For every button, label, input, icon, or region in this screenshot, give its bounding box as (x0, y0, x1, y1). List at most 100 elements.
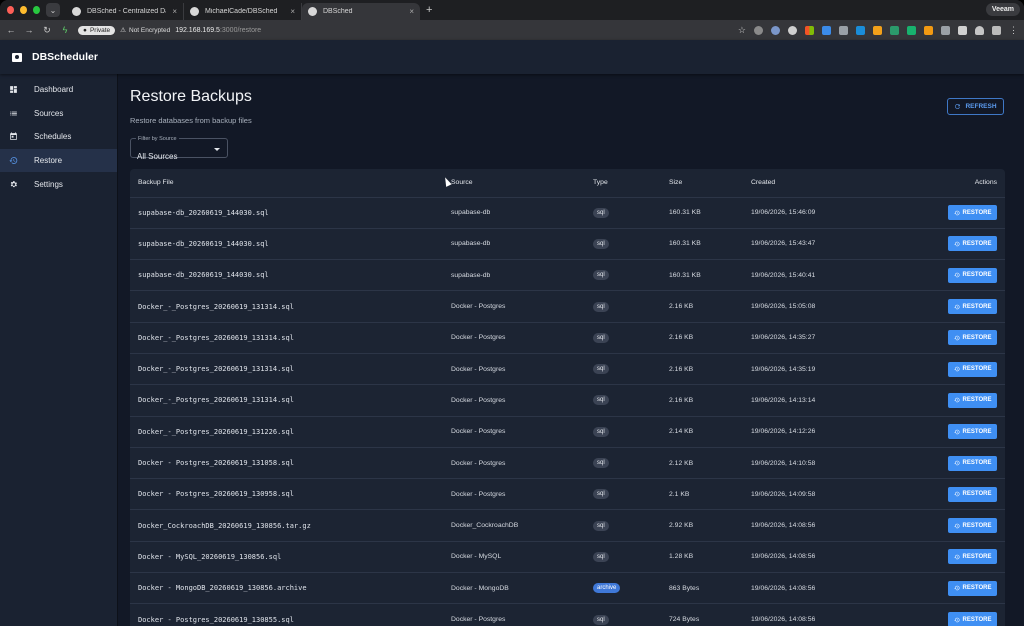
close-tab-icon[interactable]: × (172, 7, 177, 16)
favicon-icon (190, 7, 199, 16)
table-row: Docker - MongoDB_20260619_130856.archive… (130, 572, 1005, 605)
browser-tab[interactable]: DBSched × (302, 3, 420, 20)
forward-arrow-icon[interactable]: → (24, 25, 34, 35)
filter-label: Filter by Source (136, 136, 179, 142)
restore-label: RESTORE (962, 553, 992, 560)
address-bar[interactable]: ● Private ⚠ Not Encrypted 192.168.169.5:30… (78, 23, 730, 37)
sidebar-item-dashboard[interactable]: Dashboard (0, 78, 117, 102)
restore-button[interactable]: RESTORE (948, 299, 997, 315)
apps-grid-icon[interactable] (941, 25, 950, 35)
type-chip: sql (593, 364, 609, 375)
restore-label: RESTORE (962, 460, 992, 467)
extension-icon[interactable] (924, 25, 933, 35)
close-tab-icon[interactable]: × (290, 7, 295, 16)
calendar-icon (9, 132, 18, 141)
source-cell: Docker_CockroachDB (451, 509, 593, 542)
source-cell: Docker - Postgres (451, 603, 593, 626)
extension-icon[interactable] (856, 25, 865, 35)
extension-icon[interactable] (873, 25, 882, 35)
sidebar-item-settings[interactable]: Settings (0, 172, 117, 196)
restore-button[interactable]: RESTORE (948, 518, 997, 534)
actions-cell: RESTORE (911, 603, 1005, 626)
maximize-window-button[interactable] (33, 6, 40, 14)
restore-button[interactable]: RESTORE (948, 455, 997, 471)
restore-button[interactable]: RESTORE (948, 486, 997, 502)
restore-button[interactable]: RESTORE (948, 236, 997, 252)
actions-cell: RESTORE (911, 416, 1005, 448)
sidebar: Dashboard Sources Schedules Restore Sett… (0, 74, 118, 626)
browser-tab[interactable]: MichaelCade/DBSched × (184, 3, 302, 20)
source-cell: supabase-db (451, 197, 593, 229)
restore-label: RESTORE (962, 428, 992, 435)
table-row: supabase-db_20260619_144030.sql supabase… (130, 197, 1005, 229)
tab-title: DBSched (323, 8, 353, 15)
created-cell: 19/06/2026, 14:08:56 (751, 541, 911, 574)
sidebar-item-schedules[interactable]: Schedules (0, 125, 117, 149)
created-cell: 19/06/2026, 15:46:09 (751, 197, 911, 229)
actions-cell: RESTORE (911, 447, 1005, 480)
restore-label: RESTORE (962, 366, 992, 373)
size-cell: 863 Bytes (669, 572, 751, 605)
menu-dots-icon[interactable]: ⋮ (1009, 25, 1018, 36)
minimize-window-button[interactable] (20, 6, 27, 14)
sidebar-item-restore[interactable]: Restore (0, 148, 117, 173)
private-label: Private (89, 26, 111, 34)
refresh-button[interactable]: REFRESH (947, 98, 1004, 115)
bolt-icon[interactable]: ϟ (60, 25, 70, 35)
url-host: 192.168.169.5 (175, 26, 220, 34)
backup-file-cell: supabase-db_20260619_144030.sql (130, 259, 451, 292)
table-row: supabase-db_20260619_144030.sql supabase… (130, 259, 1005, 292)
restore-button[interactable]: RESTORE (948, 392, 997, 408)
actions-cell: RESTORE (911, 509, 1005, 542)
extension-icon[interactable] (754, 25, 763, 35)
close-window-button[interactable] (7, 6, 14, 14)
sidebar-item-sources[interactable]: Sources (0, 102, 117, 126)
backup-file-cell: Docker_-_Postgres_20260619_131314.sql (130, 290, 451, 323)
source-filter-select[interactable]: Filter by Source All Sources (130, 136, 228, 161)
backup-file-cell: Docker_-_Postgres_20260619_131314.sql (130, 384, 451, 417)
type-cell: archive (593, 572, 669, 605)
created-cell: 19/06/2026, 14:35:27 (751, 322, 911, 354)
sidebar-item-label: Schedules (34, 132, 72, 142)
table-row: Docker_-_Postgres_20260619_131226.sql Do… (130, 416, 1005, 448)
extension-icon[interactable] (805, 25, 814, 35)
restore-button[interactable]: RESTORE (948, 612, 997, 626)
restore-button[interactable]: RESTORE (948, 205, 997, 221)
type-chip: sql (593, 614, 609, 625)
restore-button[interactable]: RESTORE (948, 330, 997, 346)
restore-button[interactable]: RESTORE (948, 361, 997, 377)
url-text[interactable]: 192.168.169.5:3000/restore (175, 27, 261, 34)
profile-badge[interactable]: Veeam (985, 3, 1020, 16)
profile-avatar[interactable] (992, 25, 1001, 35)
extension-icon[interactable] (771, 25, 780, 35)
extension-icon[interactable] (890, 25, 899, 35)
size-cell: 2.14 KB (669, 416, 751, 448)
table-header-row: Backup File Source Type Size Created Actions (130, 169, 1005, 198)
table-row: Docker - Postgres_20260619_130855.sql Do… (130, 603, 1005, 626)
reload-icon[interactable]: ↻ (42, 25, 52, 36)
warning-icon: ⚠ (120, 27, 126, 34)
restore-button[interactable]: RESTORE (948, 580, 997, 596)
tab-list-chevron-icon[interactable]: ⌄ (46, 3, 60, 17)
app-header: DBScheduler (0, 40, 1024, 74)
browser-tab[interactable]: DBSched - Centralized Database × (66, 3, 184, 20)
extension-icon[interactable] (907, 25, 916, 35)
bookmark-star-icon[interactable]: ☆ (738, 25, 746, 36)
puzzle-icon[interactable] (839, 25, 848, 35)
restore-button[interactable]: RESTORE (948, 549, 997, 565)
filter-value: All Sources (137, 152, 178, 161)
source-cell: Docker - Postgres (451, 322, 593, 354)
restore-button[interactable]: RESTORE (948, 424, 997, 440)
restore-button[interactable]: RESTORE (948, 267, 997, 283)
extension-icon[interactable] (822, 25, 831, 35)
source-cell: Docker - Postgres (451, 353, 593, 386)
new-tab-plus-icon[interactable]: + (426, 4, 432, 16)
restore-label: RESTORE (962, 522, 992, 529)
bell-icon[interactable] (975, 25, 984, 35)
extension-icon[interactable] (788, 25, 797, 35)
back-arrow-icon[interactable]: ← (6, 25, 16, 35)
security-indicator[interactable]: ⚠ Not Encrypted (120, 26, 171, 35)
close-tab-icon[interactable]: × (409, 7, 414, 16)
security-label: Not Encrypted (129, 26, 171, 34)
extension-icon[interactable] (958, 25, 967, 35)
